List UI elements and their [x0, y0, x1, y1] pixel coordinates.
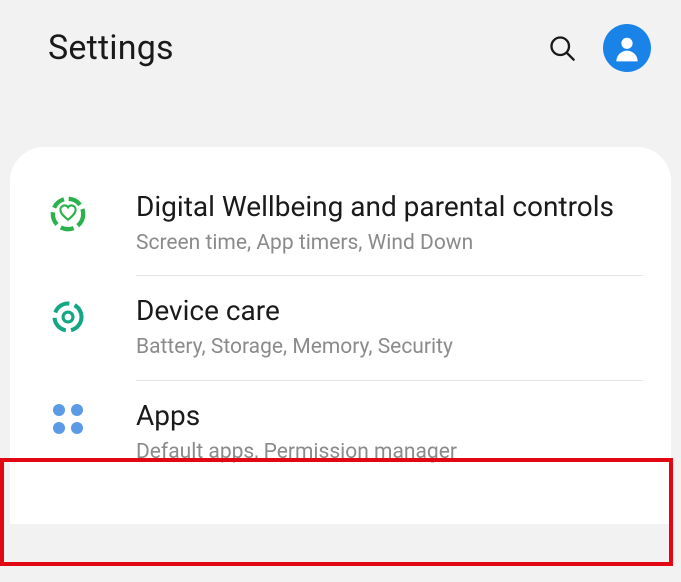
page-title: Settings	[48, 28, 174, 68]
row-title: Digital Wellbeing and parental controls	[136, 189, 639, 224]
row-subtitle: Battery, Storage, Memory, Security	[136, 334, 639, 361]
settings-header: Settings	[0, 0, 681, 92]
row-device-care[interactable]: Device care Battery, Storage, Memory, Se…	[10, 275, 671, 379]
row-text: Apps Default apps, Permission manager	[136, 398, 639, 466]
device-care-icon	[42, 293, 94, 335]
row-digital-wellbeing[interactable]: Digital Wellbeing and parental controls …	[10, 171, 671, 275]
row-subtitle: Default apps, Permission manager	[136, 439, 639, 466]
digital-wellbeing-icon	[42, 189, 94, 233]
profile-icon	[611, 32, 643, 64]
row-text: Device care Battery, Storage, Memory, Se…	[136, 293, 639, 361]
row-title: Device care	[136, 293, 639, 328]
apps-icon	[42, 398, 94, 434]
row-title: Apps	[136, 398, 639, 433]
row-subtitle: Screen time, App timers, Wind Down	[136, 230, 639, 257]
row-apps[interactable]: Apps Default apps, Permission manager	[10, 380, 671, 484]
search-button[interactable]	[547, 33, 577, 63]
search-icon	[548, 34, 576, 62]
settings-panel: Digital Wellbeing and parental controls …	[10, 147, 671, 524]
header-actions	[547, 24, 651, 72]
profile-button[interactable]	[603, 24, 651, 72]
row-text: Digital Wellbeing and parental controls …	[136, 189, 639, 257]
